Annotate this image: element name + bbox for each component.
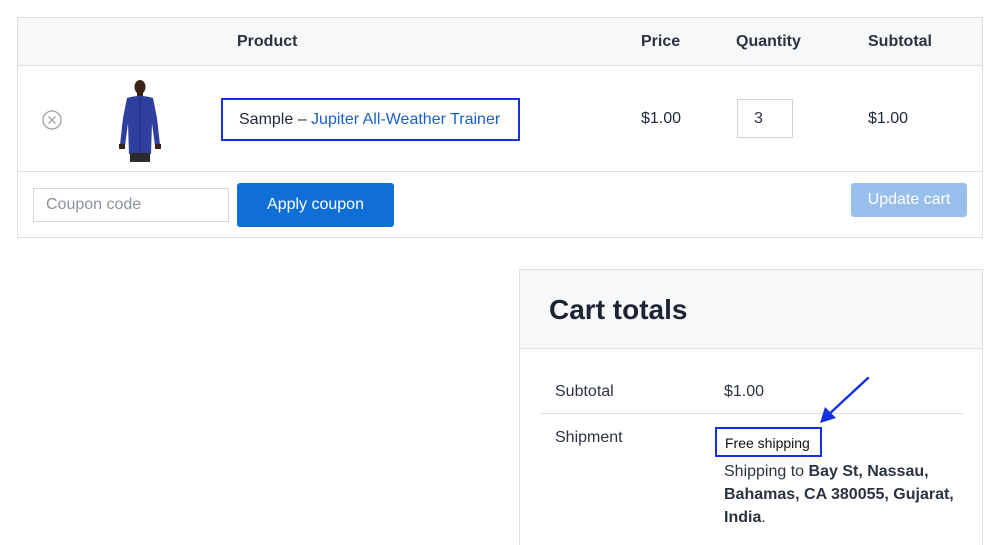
coupon-code-input[interactable] (33, 188, 229, 222)
remove-item-icon[interactable] (42, 110, 62, 130)
subtotal-label: Subtotal (555, 383, 614, 400)
cart-item-row: Sample – Jupiter All-Weather Trainer $1.… (18, 66, 982, 172)
cart-table: Product Price Quantity Subtotal Sample –… (17, 17, 983, 238)
update-cart-button[interactable]: Update cart (851, 183, 967, 217)
totals-divider (540, 413, 963, 414)
shipping-address: Shipping to Bay St, Nassau, Bahamas, CA … (724, 460, 964, 529)
item-subtotal: $1.00 (868, 110, 909, 127)
column-header-quantity: Quantity (736, 33, 801, 50)
shipment-label: Shipment (555, 429, 623, 446)
apply-coupon-button[interactable]: Apply coupon (237, 183, 394, 227)
product-thumbnail[interactable] (110, 78, 170, 162)
item-price: $1.00 (641, 110, 682, 127)
cart-totals-header: Cart totals (520, 270, 982, 349)
product-name-prefix: Sample – (239, 111, 312, 128)
shipping-to-text: Shipping to (724, 463, 809, 480)
shipping-address-period: . (761, 509, 766, 526)
product-name-link[interactable]: Jupiter All-Weather Trainer (311, 111, 500, 128)
free-shipping-option: Free shipping (715, 427, 822, 457)
product-name: Sample – Jupiter All-Weather Trainer (221, 98, 520, 141)
cart-totals: Cart totals Subtotal $1.00 Shipment Free… (519, 269, 983, 545)
cart-table-header: Product Price Quantity Subtotal (18, 18, 982, 66)
annotation-arrow-icon (820, 376, 870, 423)
cart-actions: Apply coupon Update cart (18, 172, 982, 238)
column-header-subtotal: Subtotal (868, 33, 932, 50)
column-header-product: Product (237, 33, 298, 50)
cart-totals-title: Cart totals (549, 294, 688, 325)
quantity-input[interactable] (737, 99, 793, 138)
subtotal-value: $1.00 (724, 383, 765, 400)
column-header-price: Price (641, 33, 681, 50)
